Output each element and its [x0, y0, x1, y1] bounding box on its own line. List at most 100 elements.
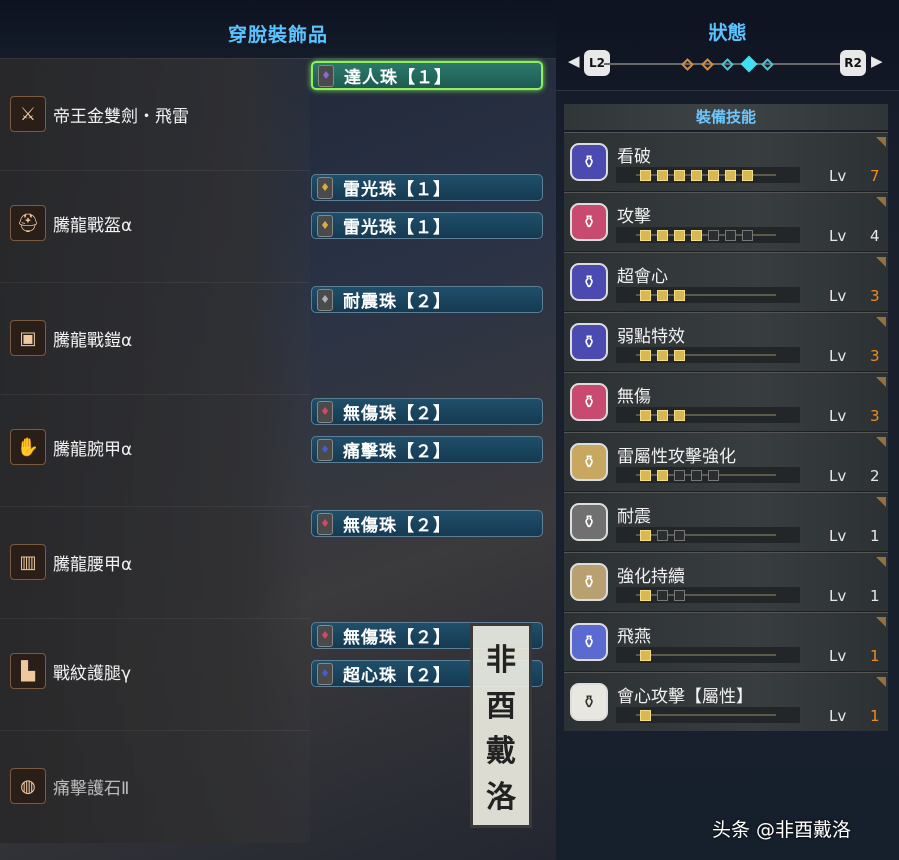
left-title-bar: 穿脫裝飾品: [0, 0, 556, 59]
skill-row[interactable]: ⚱ 雷屬性攻擊強化 Lv 2: [564, 432, 888, 491]
decoration-slot[interactable]: ♦ 無傷珠【２】: [311, 510, 543, 537]
skill-pip-empty: [725, 230, 736, 241]
right-arrow-icon[interactable]: ▶: [871, 52, 883, 70]
decoration-gem-icon: ♦: [317, 176, 333, 199]
watermark-stamp: 非 酉 戴 洛: [470, 623, 532, 828]
corner-ornament: [876, 137, 886, 147]
skill-row[interactable]: ⚱ 看破 Lv 7: [564, 132, 888, 191]
corner-ornament: [876, 197, 886, 207]
equipment-slot[interactable]: ▣ 騰龍戰鎧α ♦ 耐震珠【２】: [0, 282, 556, 395]
waist-armor-icon: ▥: [10, 544, 46, 580]
decoration-slot[interactable]: ♦ 雷光珠【１】: [311, 174, 543, 201]
level-label: Lv: [829, 227, 847, 245]
skill-pip-filled: [640, 650, 651, 661]
level-value: 1: [870, 527, 880, 545]
skill-row[interactable]: ⚱ 耐震 Lv 1: [564, 492, 888, 551]
skill-pip-empty: [708, 230, 719, 241]
decoration-gem-icon: ♦: [318, 64, 334, 87]
skill-row[interactable]: ⚱ 會心攻擊【屬性】 Lv 1: [564, 672, 888, 731]
skill-icon: ⚱: [570, 323, 608, 361]
skill-pip-filled: [674, 230, 685, 241]
level-value: 3: [870, 347, 880, 365]
decoration-slot[interactable]: ♦ 痛擊珠【２】: [311, 436, 543, 463]
slot-background: [0, 730, 310, 843]
corner-ornament: [876, 437, 886, 447]
gauntlet-icon: ✋: [10, 429, 46, 465]
skill-name: 飛燕: [617, 627, 651, 647]
level-value: 3: [870, 287, 880, 305]
skill-pip-filled: [674, 350, 685, 361]
skill-icon: ⚱: [570, 143, 608, 181]
level-value: 4: [870, 227, 880, 245]
skill-icon: ⚱: [570, 623, 608, 661]
decoration-label: 無傷珠【２】: [343, 404, 451, 424]
slot-background: [0, 282, 310, 395]
skill-name: 雷屬性攻擊強化: [617, 447, 736, 467]
right-panel-title: 狀態: [708, 22, 747, 44]
level-label: Lv: [829, 527, 847, 545]
charm-icon: ◍: [10, 768, 46, 804]
skill-name: 弱點特效: [617, 327, 685, 347]
skill-row[interactable]: ⚱ 弱點特效 Lv 3: [564, 312, 888, 371]
decoration-gem-icon: ♦: [317, 288, 333, 311]
skill-name: 耐震: [617, 507, 651, 527]
credit-text: 头条 @非酉戴洛: [712, 819, 852, 841]
level-value: 3: [870, 407, 880, 425]
level-value: 1: [870, 587, 880, 605]
skill-icon: ⚱: [570, 263, 608, 301]
equipment-slot[interactable]: ⚔ 帝王金雙劍・飛雷 ♦ 達人珠【１】: [0, 58, 556, 171]
equipment-slot[interactable]: ⛑ 騰龍戰盔α ♦ 雷光珠【１】 ♦ 雷光珠【１】: [0, 170, 556, 283]
skill-row[interactable]: ⚱ 無傷 Lv 3: [564, 372, 888, 431]
skill-icon: ⚱: [570, 503, 608, 541]
skill-pip-empty: [674, 590, 685, 601]
skill-pip-empty: [657, 530, 668, 541]
left-panel-title: 穿脫裝飾品: [227, 24, 328, 46]
skill-pip-filled: [657, 410, 668, 421]
page-dot: [761, 58, 774, 71]
skill-row[interactable]: ⚱ 超會心 Lv 3: [564, 252, 888, 311]
decoration-slot[interactable]: ♦ 耐震珠【２】: [311, 286, 543, 313]
corner-ornament: [876, 557, 886, 567]
corner-ornament: [876, 497, 886, 507]
skill-pip-filled: [640, 170, 651, 181]
skill-icon: ⚱: [570, 683, 608, 721]
level-value: 1: [870, 647, 880, 665]
decoration-gem-icon: ♦: [317, 624, 333, 647]
decoration-slot[interactable]: ♦ 達人珠【１】: [311, 61, 543, 90]
page-dot: [681, 58, 694, 71]
skill-pip-filled: [657, 230, 668, 241]
skill-pip-empty: [691, 470, 702, 481]
stamp-char: 洛: [486, 780, 516, 816]
skill-pip-empty: [657, 590, 668, 601]
level-label: Lv: [829, 707, 847, 725]
decoration-label: 雷光珠【１】: [343, 180, 451, 200]
skill-name: 強化持續: [617, 567, 685, 587]
dual-blades-icon: ⚔: [10, 96, 46, 132]
skill-pip-filled: [640, 350, 651, 361]
skill-pip-filled: [657, 290, 668, 301]
skill-row[interactable]: ⚱ 飛燕 Lv 1: [564, 612, 888, 671]
r2-button[interactable]: R2: [840, 50, 866, 76]
skill-pip-filled: [640, 470, 651, 481]
skill-track: [636, 654, 776, 656]
decoration-slot[interactable]: ♦ 雷光珠【１】: [311, 212, 543, 239]
equipment-name: 騰龍戰盔α: [53, 216, 133, 236]
skill-row[interactable]: ⚱ 攻擊 Lv 4: [564, 192, 888, 251]
skill-pip-filled: [640, 290, 651, 301]
equipment-name: 戰紋護腿γ: [53, 664, 132, 684]
left-arrow-icon[interactable]: ◀: [568, 52, 580, 70]
equipment-name: 騰龍腰甲α: [53, 555, 133, 575]
level-label: Lv: [829, 287, 847, 305]
level-value: 7: [870, 167, 880, 185]
decoration-gem-icon: ♦: [317, 214, 333, 237]
equipment-slot[interactable]: ✋ 騰龍腕甲α ♦ 無傷珠【２】 ♦ 痛擊珠【２】: [0, 394, 556, 507]
equipment-slot[interactable]: ▥ 騰龍腰甲α ♦ 無傷珠【２】: [0, 506, 556, 619]
decoration-slot[interactable]: ♦ 無傷珠【２】: [311, 398, 543, 425]
level-label: Lv: [829, 167, 847, 185]
slot-background: [0, 170, 310, 283]
decoration-label: 無傷珠【２】: [343, 628, 451, 648]
level-value: 2: [870, 467, 880, 485]
stamp-char: 戴: [486, 734, 516, 770]
stamp-char: 酉: [486, 688, 516, 724]
skill-row[interactable]: ⚱ 強化持續 Lv 1: [564, 552, 888, 611]
